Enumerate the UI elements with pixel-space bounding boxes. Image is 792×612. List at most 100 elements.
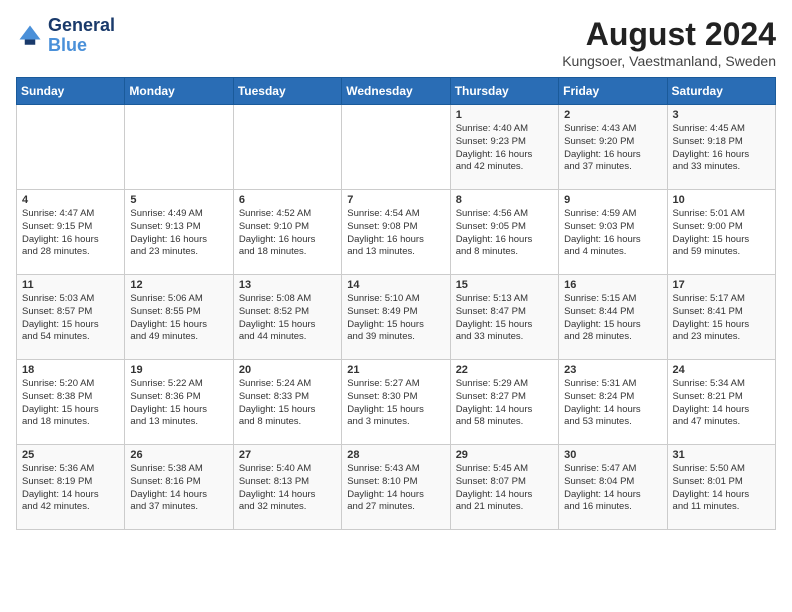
day-info: Sunrise: 4:56 AM Sunset: 9:05 PM Dayligh… <box>456 208 553 259</box>
day-header-thursday: Thursday <box>450 78 558 105</box>
day-info: Sunrise: 5:10 AM Sunset: 8:49 PM Dayligh… <box>347 293 444 344</box>
day-header-friday: Friday <box>559 78 667 105</box>
logo: General Blue <box>16 16 115 56</box>
day-number: 24 <box>673 364 770 376</box>
day-info: Sunrise: 5:38 AM Sunset: 8:16 PM Dayligh… <box>130 463 227 514</box>
day-info: Sunrise: 5:40 AM Sunset: 8:13 PM Dayligh… <box>239 463 336 514</box>
day-info: Sunrise: 5:27 AM Sunset: 8:30 PM Dayligh… <box>347 378 444 429</box>
day-number: 2 <box>564 109 661 121</box>
day-number: 14 <box>347 279 444 291</box>
calendar-cell: 11 Sunrise: 5:03 AM Sunset: 8:57 PM Dayli… <box>17 275 125 360</box>
calendar-cell: 19Sunrise: 5:22 AM Sunset: 8:36 PM Dayli… <box>125 360 233 445</box>
page-header: General Blue August 2024 Kungsoer, Vaest… <box>16 16 776 69</box>
day-number: 7 <box>347 194 444 206</box>
logo-icon <box>16 22 44 50</box>
day-info: Sunrise: 5:20 AM Sunset: 8:38 PM Dayligh… <box>22 378 119 429</box>
day-number: 6 <box>239 194 336 206</box>
day-info: Sunrise: 5:03 AM Sunset: 8:57 PM Dayligh… <box>22 293 119 344</box>
calendar-cell: 6 Sunrise: 4:52 AM Sunset: 9:10 PM Daylig… <box>233 190 341 275</box>
day-number: 16 <box>564 279 661 291</box>
day-number: 5 <box>130 194 227 206</box>
calendar-cell: 24 Sunrise: 5:34 AM Sunset: 8:21 PM Dayli… <box>667 360 775 445</box>
day-number: 31 <box>673 449 770 461</box>
calendar-cell: 21Sunrise: 5:27 AM Sunset: 8:30 PM Dayli… <box>342 360 450 445</box>
calendar-cell: 13 Sunrise: 5:08 AM Sunset: 8:52 PM Dayli… <box>233 275 341 360</box>
calendar-cell: 20Sunrise: 5:24 AM Sunset: 8:33 PM Dayli… <box>233 360 341 445</box>
day-info: Sunrise: 5:31 AM Sunset: 8:24 PM Dayligh… <box>564 378 661 429</box>
title-block: August 2024 Kungsoer, Vaestmanland, Swed… <box>562 16 776 69</box>
day-info: Sunrise: 4:49 AM Sunset: 9:13 PM Dayligh… <box>130 208 227 259</box>
calendar-cell: 10 Sunrise: 5:01 AM Sunset: 9:00 PM Dayli… <box>667 190 775 275</box>
day-info: Sunrise: 5:50 AM Sunset: 8:01 PM Dayligh… <box>673 463 770 514</box>
day-info: Sunrise: 5:36 AM Sunset: 8:19 PM Dayligh… <box>22 463 119 514</box>
calendar-cell: 17Sunrise: 5:17 AM Sunset: 8:41 PM Dayli… <box>667 275 775 360</box>
day-info: Sunrise: 5:06 AM Sunset: 8:55 PM Dayligh… <box>130 293 227 344</box>
day-info: Sunrise: 5:47 AM Sunset: 8:04 PM Dayligh… <box>564 463 661 514</box>
calendar-cell: 31 Sunrise: 5:50 AM Sunset: 8:01 PM Dayli… <box>667 445 775 530</box>
day-info: Sunrise: 4:45 AM Sunset: 9:18 PM Dayligh… <box>673 123 770 174</box>
day-info: Sunrise: 4:52 AM Sunset: 9:10 PM Dayligh… <box>239 208 336 259</box>
day-number: 12 <box>130 279 227 291</box>
calendar-cell: 22 Sunrise: 5:29 AM Sunset: 8:27 PM Dayli… <box>450 360 558 445</box>
calendar-week-2: 4 Sunrise: 4:47 AM Sunset: 9:15 PM Daylig… <box>17 190 776 275</box>
calendar-week-1: 1Sunrise: 4:40 AM Sunset: 9:23 PM Daylig… <box>17 105 776 190</box>
logo-line2: Blue <box>48 36 115 56</box>
calendar-table: SundayMondayTuesdayWednesdayThursdayFrid… <box>16 77 776 530</box>
day-number: 30 <box>564 449 661 461</box>
day-number: 22 <box>456 364 553 376</box>
day-info: Sunrise: 5:01 AM Sunset: 9:00 PM Dayligh… <box>673 208 770 259</box>
day-number: 26 <box>130 449 227 461</box>
day-info: Sunrise: 5:15 AM Sunset: 8:44 PM Dayligh… <box>564 293 661 344</box>
day-number: 10 <box>673 194 770 206</box>
calendar-week-4: 18 Sunrise: 5:20 AM Sunset: 8:38 PM Dayli… <box>17 360 776 445</box>
calendar-cell: 4 Sunrise: 4:47 AM Sunset: 9:15 PM Daylig… <box>17 190 125 275</box>
day-info: Sunrise: 5:17 AM Sunset: 8:41 PM Dayligh… <box>673 293 770 344</box>
calendar-cell: 2Sunrise: 4:43 AM Sunset: 9:20 PM Daylig… <box>559 105 667 190</box>
calendar-cell: 15Sunrise: 5:13 AM Sunset: 8:47 PM Dayli… <box>450 275 558 360</box>
day-info: Sunrise: 4:47 AM Sunset: 9:15 PM Dayligh… <box>22 208 119 259</box>
calendar-cell: 3Sunrise: 4:45 AM Sunset: 9:18 PM Daylig… <box>667 105 775 190</box>
day-info: Sunrise: 4:40 AM Sunset: 9:23 PM Dayligh… <box>456 123 553 174</box>
calendar-cell: 16 Sunrise: 5:15 AM Sunset: 8:44 PM Dayli… <box>559 275 667 360</box>
calendar-body: 1Sunrise: 4:40 AM Sunset: 9:23 PM Daylig… <box>17 105 776 530</box>
day-number: 25 <box>22 449 119 461</box>
calendar-week-5: 25 Sunrise: 5:36 AM Sunset: 8:19 PM Dayli… <box>17 445 776 530</box>
day-info: Sunrise: 5:34 AM Sunset: 8:21 PM Dayligh… <box>673 378 770 429</box>
calendar-cell: 25 Sunrise: 5:36 AM Sunset: 8:19 PM Dayli… <box>17 445 125 530</box>
logo-line1: General <box>48 16 115 36</box>
calendar-cell <box>125 105 233 190</box>
day-header-wednesday: Wednesday <box>342 78 450 105</box>
day-number: 4 <box>22 194 119 206</box>
day-number: 9 <box>564 194 661 206</box>
calendar-cell: 23 Sunrise: 5:31 AM Sunset: 8:24 PM Dayli… <box>559 360 667 445</box>
day-header-sunday: Sunday <box>17 78 125 105</box>
day-header-monday: Monday <box>125 78 233 105</box>
day-info: Sunrise: 5:45 AM Sunset: 8:07 PM Dayligh… <box>456 463 553 514</box>
calendar-cell <box>17 105 125 190</box>
calendar-header: SundayMondayTuesdayWednesdayThursdayFrid… <box>17 78 776 105</box>
days-header-row: SundayMondayTuesdayWednesdayThursdayFrid… <box>17 78 776 105</box>
day-info: Sunrise: 5:43 AM Sunset: 8:10 PM Dayligh… <box>347 463 444 514</box>
calendar-cell: 9Sunrise: 4:59 AM Sunset: 9:03 PM Daylig… <box>559 190 667 275</box>
calendar-cell <box>233 105 341 190</box>
day-number: 15 <box>456 279 553 291</box>
day-header-saturday: Saturday <box>667 78 775 105</box>
calendar-cell: 1Sunrise: 4:40 AM Sunset: 9:23 PM Daylig… <box>450 105 558 190</box>
calendar-cell: 18 Sunrise: 5:20 AM Sunset: 8:38 PM Dayli… <box>17 360 125 445</box>
day-number: 8 <box>456 194 553 206</box>
day-number: 11 <box>22 279 119 291</box>
calendar-cell: 14 Sunrise: 5:10 AM Sunset: 8:49 PM Dayli… <box>342 275 450 360</box>
day-number: 23 <box>564 364 661 376</box>
calendar-cell: 27Sunrise: 5:40 AM Sunset: 8:13 PM Dayli… <box>233 445 341 530</box>
day-info: Sunrise: 5:29 AM Sunset: 8:27 PM Dayligh… <box>456 378 553 429</box>
calendar-title: August 2024 <box>562 16 776 53</box>
calendar-cell: 8 Sunrise: 4:56 AM Sunset: 9:05 PM Daylig… <box>450 190 558 275</box>
day-number: 13 <box>239 279 336 291</box>
day-number: 18 <box>22 364 119 376</box>
day-info: Sunrise: 5:08 AM Sunset: 8:52 PM Dayligh… <box>239 293 336 344</box>
day-number: 28 <box>347 449 444 461</box>
calendar-cell: 7 Sunrise: 4:54 AM Sunset: 9:08 PM Daylig… <box>342 190 450 275</box>
day-info: Sunrise: 4:54 AM Sunset: 9:08 PM Dayligh… <box>347 208 444 259</box>
calendar-subtitle: Kungsoer, Vaestmanland, Sweden <box>562 53 776 69</box>
day-number: 19 <box>130 364 227 376</box>
